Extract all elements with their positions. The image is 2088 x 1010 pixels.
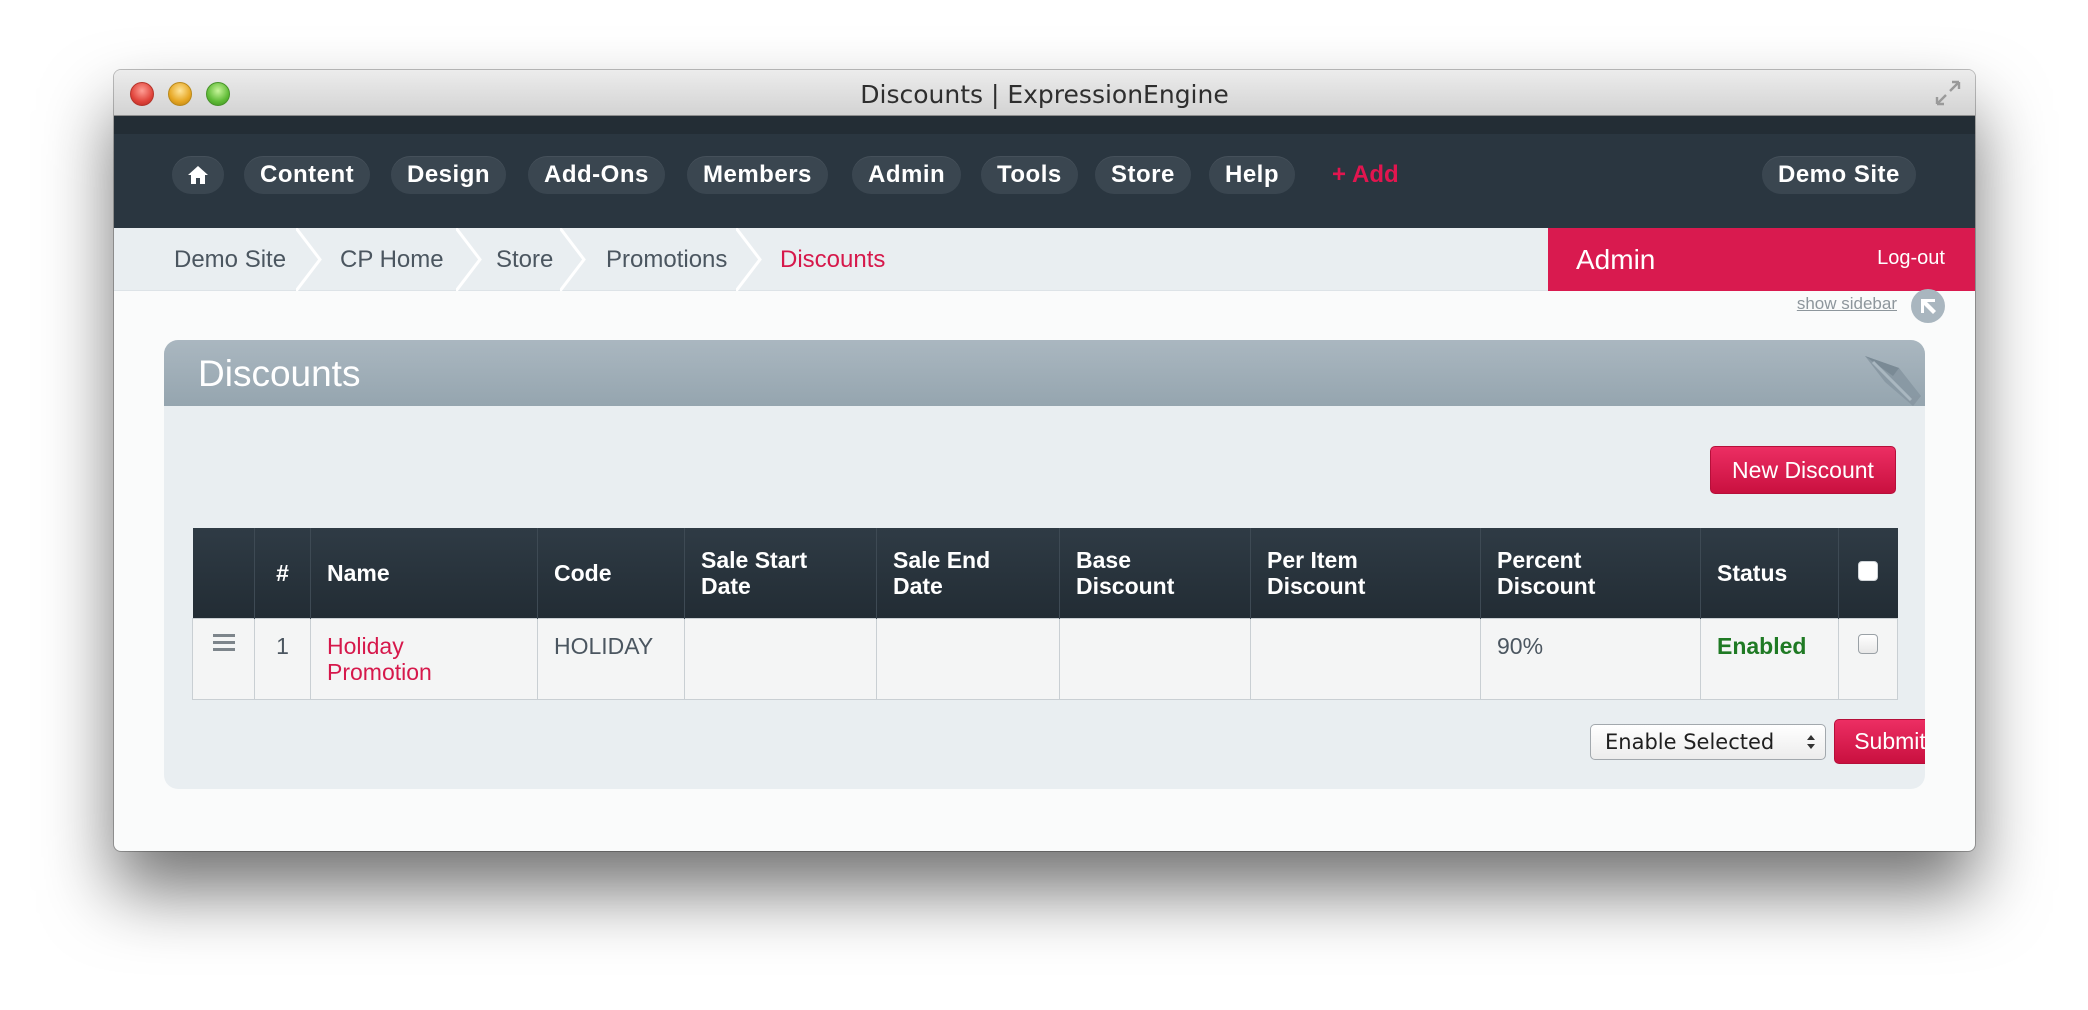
- discounts-table: # Name Code Sale Start Date Sale End Date …: [192, 528, 1898, 700]
- breadcrumb-demo-site[interactable]: Demo Site: [174, 228, 286, 291]
- app-window: Discounts | ExpressionEngine Content Des…: [114, 70, 1975, 851]
- header-line: Base: [1076, 546, 1131, 573]
- row-number: 1: [254, 617, 311, 700]
- nav-content[interactable]: Content: [244, 156, 371, 194]
- col-code-header[interactable]: Code: [537, 528, 685, 618]
- plus-icon: +: [1332, 161, 1347, 188]
- header-line: Discount: [1497, 572, 1596, 599]
- discount-name-cell: Holiday Promotion: [310, 617, 538, 700]
- user-bar: Admin Log-out: [1548, 228, 1975, 291]
- bulk-action-value: Enable Selected: [1605, 730, 1775, 754]
- col-per-item-header[interactable]: Per Item Discount: [1250, 528, 1481, 618]
- nav-tools[interactable]: Tools: [981, 156, 1078, 194]
- select-arrows-icon: [1807, 735, 1815, 749]
- submit-button[interactable]: Submit: [1834, 719, 1925, 764]
- nav-add-ons[interactable]: Add-Ons: [528, 156, 665, 194]
- base-discount: [1059, 617, 1251, 700]
- breadcrumb-separator: [560, 228, 586, 291]
- discount-name-link[interactable]: Holiday Promotion: [327, 633, 432, 685]
- status-badge: Enabled: [1700, 617, 1839, 700]
- nav-admin[interactable]: Admin: [852, 156, 962, 194]
- header-line: Discount: [1267, 572, 1366, 599]
- logout-link[interactable]: Log-out: [1877, 228, 1945, 288]
- home-icon: [188, 166, 208, 184]
- content-panel: Discounts New Discount # Name Code Sale …: [164, 340, 1925, 789]
- pencil-icon: [1865, 356, 1921, 406]
- drag-handle[interactable]: [192, 617, 255, 700]
- col-name-header[interactable]: Name: [310, 528, 538, 618]
- row-select-cell: [1838, 617, 1898, 700]
- header-line: Sale End: [893, 546, 991, 573]
- panel-header: Discounts: [164, 340, 1925, 406]
- sidebar-arrow-icon[interactable]: [1910, 288, 1946, 324]
- nav-members[interactable]: Members: [687, 156, 828, 194]
- header-line: Per Item: [1267, 546, 1358, 573]
- site-switcher[interactable]: Demo Site: [1762, 156, 1916, 194]
- col-base-discount-header[interactable]: Base Discount: [1059, 528, 1251, 618]
- main-nav: Content Design Add-Ons Members Admin Too…: [114, 116, 1975, 228]
- breadcrumb-current: Discounts: [780, 246, 886, 273]
- add-link[interactable]: + Add: [1332, 156, 1399, 194]
- add-label: Add: [1352, 161, 1399, 188]
- breadcrumb: Demo Site CP Home Store Promotions Disco…: [114, 228, 1548, 291]
- sale-start-date: [684, 617, 877, 700]
- col-status-header[interactable]: Status: [1700, 528, 1839, 618]
- nav-store[interactable]: Store: [1095, 156, 1191, 194]
- breadcrumb-cp-home[interactable]: CP Home: [340, 228, 444, 291]
- header-line: Sale Start: [701, 546, 808, 573]
- col-sale-start-header[interactable]: Sale Start Date: [684, 528, 877, 618]
- row-checkbox[interactable]: [1858, 633, 1878, 654]
- col-percent-header[interactable]: Percent Discount: [1480, 528, 1701, 618]
- sale-end-date: [876, 617, 1060, 700]
- col-drag-header: [192, 528, 255, 618]
- nav-design[interactable]: Design: [391, 156, 507, 194]
- name-line: Holiday: [327, 632, 404, 659]
- show-sidebar-link[interactable]: show sidebar: [1797, 294, 1897, 314]
- new-discount-button[interactable]: New Discount: [1710, 446, 1896, 494]
- per-item-discount: [1250, 617, 1481, 700]
- page-title: Discounts: [198, 353, 361, 394]
- col-sale-end-header[interactable]: Sale End Date: [876, 528, 1060, 618]
- col-select-all-header: [1839, 528, 1898, 618]
- header-line: Date: [893, 572, 943, 599]
- header-line: Date: [701, 572, 751, 599]
- breadcrumb-store[interactable]: Store: [496, 228, 553, 291]
- table-header-row: # Name Code Sale Start Date Sale End Date …: [192, 528, 1898, 618]
- breadcrumb-promotions[interactable]: Promotions: [606, 228, 727, 291]
- breadcrumb-separator: [296, 228, 322, 291]
- percent-discount: 90%: [1480, 617, 1701, 700]
- breadcrumb-separator: [736, 228, 762, 291]
- name-line: Promotion: [327, 658, 432, 685]
- bulk-action-select[interactable]: Enable Selected: [1590, 724, 1826, 760]
- col-number-header[interactable]: #: [254, 528, 311, 618]
- user-role[interactable]: Admin: [1576, 228, 1655, 291]
- header-line: Percent: [1497, 546, 1582, 573]
- window-title: Discounts | ExpressionEngine: [860, 80, 1229, 109]
- select-all-checkbox[interactable]: [1858, 560, 1879, 581]
- home-button[interactable]: [172, 156, 224, 194]
- breadcrumb-separator: [456, 228, 482, 291]
- nav-help[interactable]: Help: [1209, 156, 1296, 194]
- title-bar: Discounts | ExpressionEngine: [114, 70, 1975, 116]
- header-line: Discount: [1076, 572, 1175, 599]
- table-row: 1 Holiday Promotion HOLIDAY 90% Enabled: [192, 617, 1898, 700]
- discount-code: HOLIDAY: [537, 617, 685, 700]
- drag-handle-icon: [212, 633, 235, 651]
- fullscreen-icon[interactable]: [1933, 78, 1963, 108]
